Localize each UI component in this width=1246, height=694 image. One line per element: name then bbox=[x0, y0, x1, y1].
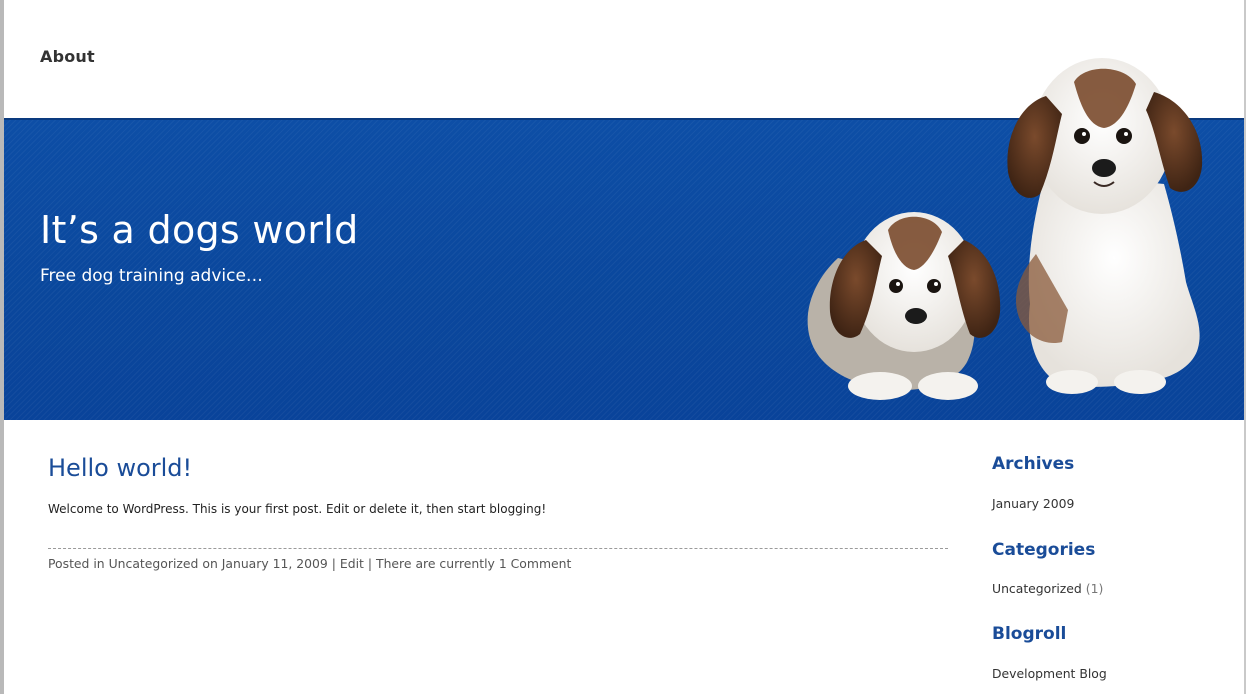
site-title[interactable]: It’s a dogs world bbox=[40, 208, 359, 252]
blogroll-link-development-blog[interactable]: Development Blog bbox=[992, 666, 1107, 681]
page: About It’s a dogs world Free dog trainin… bbox=[0, 0, 1246, 694]
archive-link-january-2009[interactable]: January 2009 bbox=[992, 496, 1074, 511]
post-title-link[interactable]: Hello world! bbox=[48, 454, 192, 482]
category-item: Uncategorized (1) bbox=[992, 581, 1103, 596]
category-link-uncategorized[interactable]: Uncategorized bbox=[992, 581, 1082, 596]
post-meta: Posted in Uncategorized on January 11, 2… bbox=[48, 556, 571, 571]
big-puppy bbox=[1007, 58, 1203, 394]
category-count: (1) bbox=[1085, 581, 1104, 596]
post-date: on January 11, 2009 bbox=[202, 556, 328, 571]
small-puppy bbox=[807, 212, 1001, 400]
post-meta-separator: | bbox=[367, 556, 373, 571]
post-comments-link[interactable]: There are currently 1 Comment bbox=[376, 556, 571, 571]
post-body: Welcome to WordPress. This is your first… bbox=[48, 502, 547, 516]
categories-heading: Categories bbox=[992, 540, 1096, 560]
post-edit-link[interactable]: Edit bbox=[340, 556, 364, 571]
nav-link-about[interactable]: About bbox=[40, 47, 95, 66]
post-category-link[interactable]: Uncategorized bbox=[109, 556, 199, 571]
post-meta-separator: | bbox=[331, 556, 336, 571]
puppies-image bbox=[807, 58, 1203, 400]
archives-heading: Archives bbox=[992, 454, 1075, 474]
content-area: Hello world! Welcome to WordPress. This … bbox=[4, 420, 1244, 694]
site-description: Free dog training advice… bbox=[40, 266, 263, 286]
blogroll-heading: Blogroll bbox=[992, 624, 1067, 644]
post-meta-prefix: Posted in bbox=[48, 556, 105, 571]
sidebar: Archives January 2009 Categories Uncateg… bbox=[992, 420, 1232, 694]
post-divider bbox=[48, 548, 948, 549]
